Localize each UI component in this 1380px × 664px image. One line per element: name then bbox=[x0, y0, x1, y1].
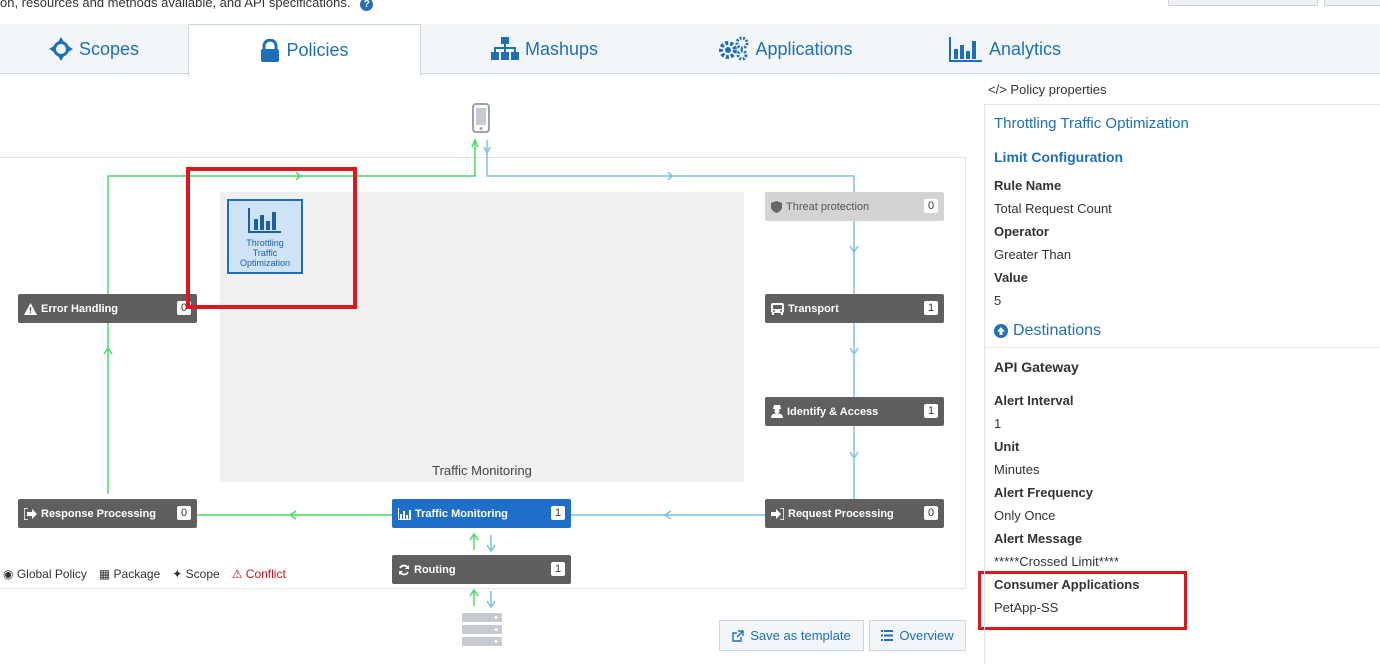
stage-routing-label: Routing bbox=[414, 563, 456, 576]
alert-frequency-label: Alert Frequency bbox=[994, 485, 1093, 500]
operator-label: Operator bbox=[994, 224, 1049, 239]
top-action-button-1[interactable] bbox=[1168, 0, 1318, 6]
rule-name-value: Total Request Count bbox=[994, 201, 1112, 216]
stage-error-handling[interactable]: Error Handling 0 bbox=[18, 294, 197, 323]
stage-request-processing-label: Request Processing bbox=[788, 507, 894, 520]
consumer-applications-value: PetApp-SS bbox=[994, 600, 1059, 615]
arrow-circle-up-icon bbox=[994, 324, 1008, 338]
alert-interval-value: 1 bbox=[994, 416, 1002, 431]
stage-count-badge: 1 bbox=[551, 506, 565, 520]
globe-icon: ◉ bbox=[3, 567, 14, 581]
tab-analytics-label: Analytics bbox=[988, 38, 1062, 59]
list-icon bbox=[881, 630, 894, 641]
stage-response-processing[interactable]: Response Processing 0 bbox=[18, 499, 197, 528]
unit-value: Minutes bbox=[994, 462, 1040, 477]
stage-threat-protection-label: Threat protection bbox=[786, 200, 870, 213]
code-icon: </> bbox=[988, 82, 1007, 97]
alert-message-value: *****Crossed Limit**** bbox=[994, 554, 1119, 569]
stage-count-badge: 0 bbox=[177, 506, 191, 520]
save-as-template-label: Save as template bbox=[750, 628, 851, 643]
consumer-applications-label: Consumer Applications bbox=[994, 577, 1140, 592]
conflict-icon: ⚠ bbox=[231, 567, 243, 581]
overview-button[interactable]: Overview bbox=[869, 620, 966, 651]
bar-chart-icon bbox=[398, 507, 411, 520]
annotation-highlight-policy bbox=[186, 167, 357, 309]
stage-threat-protection[interactable]: Threat protection 0 bbox=[765, 192, 944, 221]
rule-name-label: Rule Name bbox=[994, 178, 1062, 193]
mobile-device-icon bbox=[472, 103, 490, 138]
stage-count-badge: 0 bbox=[924, 506, 938, 520]
stage-identify-access[interactable]: Identify & Access 1 bbox=[765, 397, 944, 426]
legend-scope: ✦ Scope bbox=[172, 567, 220, 581]
alert-message-label: Alert Message bbox=[994, 531, 1083, 546]
sign-in-icon bbox=[771, 507, 784, 520]
external-link-icon bbox=[732, 629, 744, 642]
destinations-heading[interactable]: Destinations bbox=[994, 322, 1101, 340]
alert-interval-label: Alert Interval bbox=[994, 393, 1074, 408]
legend-global-policy: ◉ Global Policy bbox=[3, 567, 87, 581]
legend-package: ▦ Package bbox=[98, 567, 161, 581]
warning-icon bbox=[24, 302, 37, 315]
operator-value: Greater Than bbox=[994, 247, 1072, 262]
stage-routing[interactable]: Routing 1 bbox=[392, 555, 571, 584]
stage-count-badge: 1 bbox=[551, 562, 565, 576]
api-gateway-label: API Gateway bbox=[994, 359, 1079, 375]
legend-conflict: ⚠ Conflict bbox=[231, 567, 286, 581]
stage-transport-label: Transport bbox=[788, 302, 839, 315]
refresh-icon bbox=[398, 564, 410, 576]
stage-transport[interactable]: Transport 1 bbox=[765, 294, 944, 323]
stage-count-badge: 1 bbox=[924, 301, 938, 315]
scope-icon: ✦ bbox=[172, 567, 183, 581]
user-secret-icon bbox=[771, 405, 783, 418]
policy-properties-header: </> Policy properties bbox=[988, 82, 1107, 97]
sign-out-icon bbox=[24, 507, 37, 520]
stage-response-processing-label: Response Processing bbox=[41, 507, 156, 520]
unit-label: Unit bbox=[994, 439, 1020, 454]
stage-count-badge: 0 bbox=[924, 199, 938, 213]
value-label: Value bbox=[994, 270, 1028, 285]
divider bbox=[984, 347, 1380, 348]
stage-count-badge: 1 bbox=[924, 404, 938, 418]
stage-request-processing[interactable]: Request Processing 0 bbox=[765, 499, 944, 528]
alert-frequency-value: Only Once bbox=[994, 508, 1056, 523]
bus-icon bbox=[771, 302, 784, 315]
stage-traffic-monitoring-label: Traffic Monitoring bbox=[415, 507, 508, 520]
stage-error-handling-label: Error Handling bbox=[41, 302, 119, 315]
top-action-button-2[interactable] bbox=[1324, 0, 1380, 6]
shield-icon bbox=[771, 200, 782, 213]
policy-legend: ◉ Global Policy ▦ Package ✦ Scope ⚠ Conf… bbox=[3, 567, 286, 581]
stage-identify-access-label: Identify & Access bbox=[787, 405, 879, 418]
overview-label: Overview bbox=[899, 628, 954, 643]
save-as-template-button[interactable]: Save as template bbox=[719, 620, 864, 651]
policy-title: Throttling Traffic Optimization bbox=[994, 115, 1189, 132]
cubes-icon: ▦ bbox=[98, 567, 111, 581]
value-value: 5 bbox=[994, 293, 1002, 308]
server-icon bbox=[461, 612, 503, 653]
stage-traffic-monitoring[interactable]: Traffic Monitoring 1 bbox=[392, 499, 571, 528]
limit-configuration-heading: Limit Configuration bbox=[994, 149, 1124, 165]
